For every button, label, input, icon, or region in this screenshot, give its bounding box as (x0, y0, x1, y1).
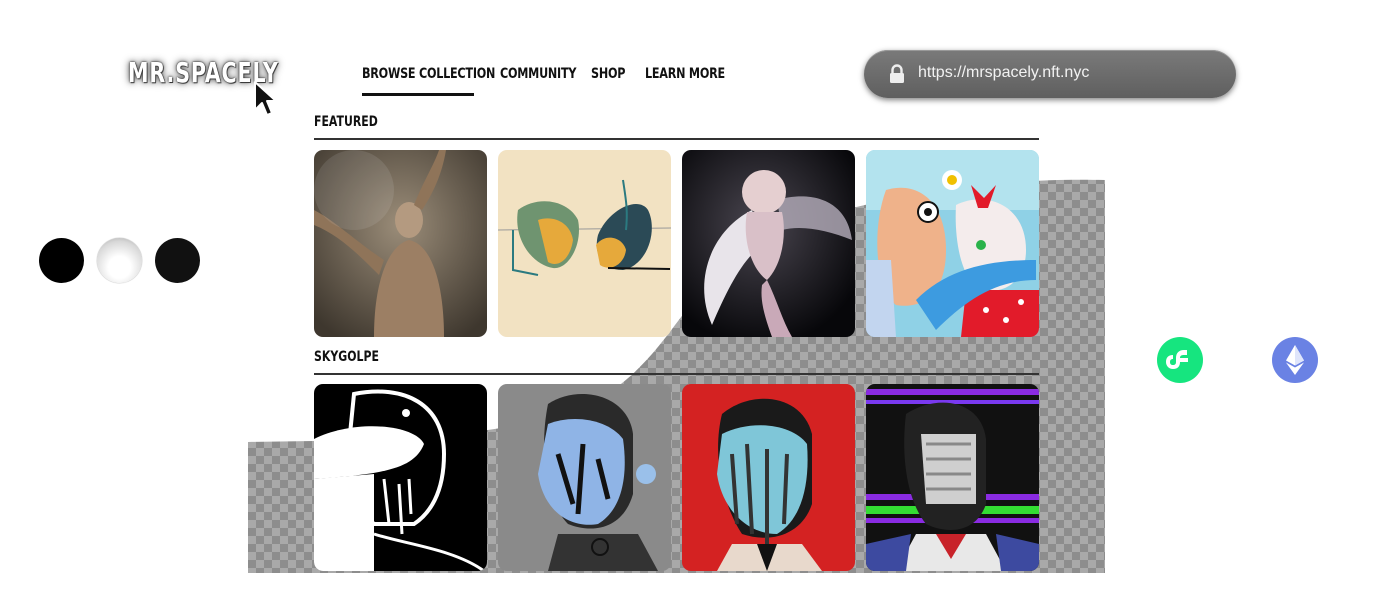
nav-community[interactable]: COMMUNITY (500, 66, 577, 82)
white-color-dot[interactable] (97, 238, 142, 283)
flow-logo-glyph (1166, 350, 1188, 369)
artwork-image (498, 150, 671, 337)
nft-card-cartoon-couple[interactable] (866, 150, 1039, 337)
lock-icon (890, 64, 904, 83)
artwork-image (866, 384, 1039, 571)
artwork-image (682, 150, 855, 337)
artwork-image (498, 384, 671, 571)
mouse-pointer-icon (254, 81, 277, 116)
active-tab-indicator (362, 93, 474, 96)
url-text[interactable]: https://mrspacely.nft.nyc (918, 64, 1089, 82)
nft-card-winged-baby[interactable] (682, 150, 855, 337)
ethereum-logo-glyph (1286, 345, 1304, 375)
section-divider (314, 138, 1039, 140)
nav-shop[interactable]: SHOP (591, 66, 625, 82)
artwork-image (682, 384, 855, 571)
section-title-featured: FEATURED (314, 114, 378, 130)
artwork-image (314, 150, 487, 337)
nav-learn-more[interactable]: LEARN MORE (645, 66, 725, 82)
nav-browse-collection[interactable]: BROWSE COLLECTION (362, 66, 495, 82)
section-title-skygolpe: SKYGOLPE (314, 349, 379, 365)
artwork-image (866, 150, 1039, 337)
nft-card-skygolpe-bw[interactable] (314, 384, 487, 571)
nft-card-skygolpe-glitch[interactable] (866, 384, 1039, 571)
ethereum-icon (1272, 337, 1318, 383)
section-divider (314, 373, 1039, 375)
address-bar[interactable]: https://mrspacely.nft.nyc (864, 50, 1236, 98)
nft-card-two-heads[interactable] (498, 150, 671, 337)
nft-card-skygolpe-red[interactable] (682, 384, 855, 571)
black-color-dot[interactable] (39, 238, 84, 283)
nft-card-skygolpe-blue[interactable] (498, 384, 671, 571)
dark-color-dot[interactable] (155, 238, 200, 283)
flow-icon (1157, 337, 1203, 383)
artwork-image (314, 384, 487, 571)
nft-card-smoke-figure[interactable] (314, 150, 487, 337)
